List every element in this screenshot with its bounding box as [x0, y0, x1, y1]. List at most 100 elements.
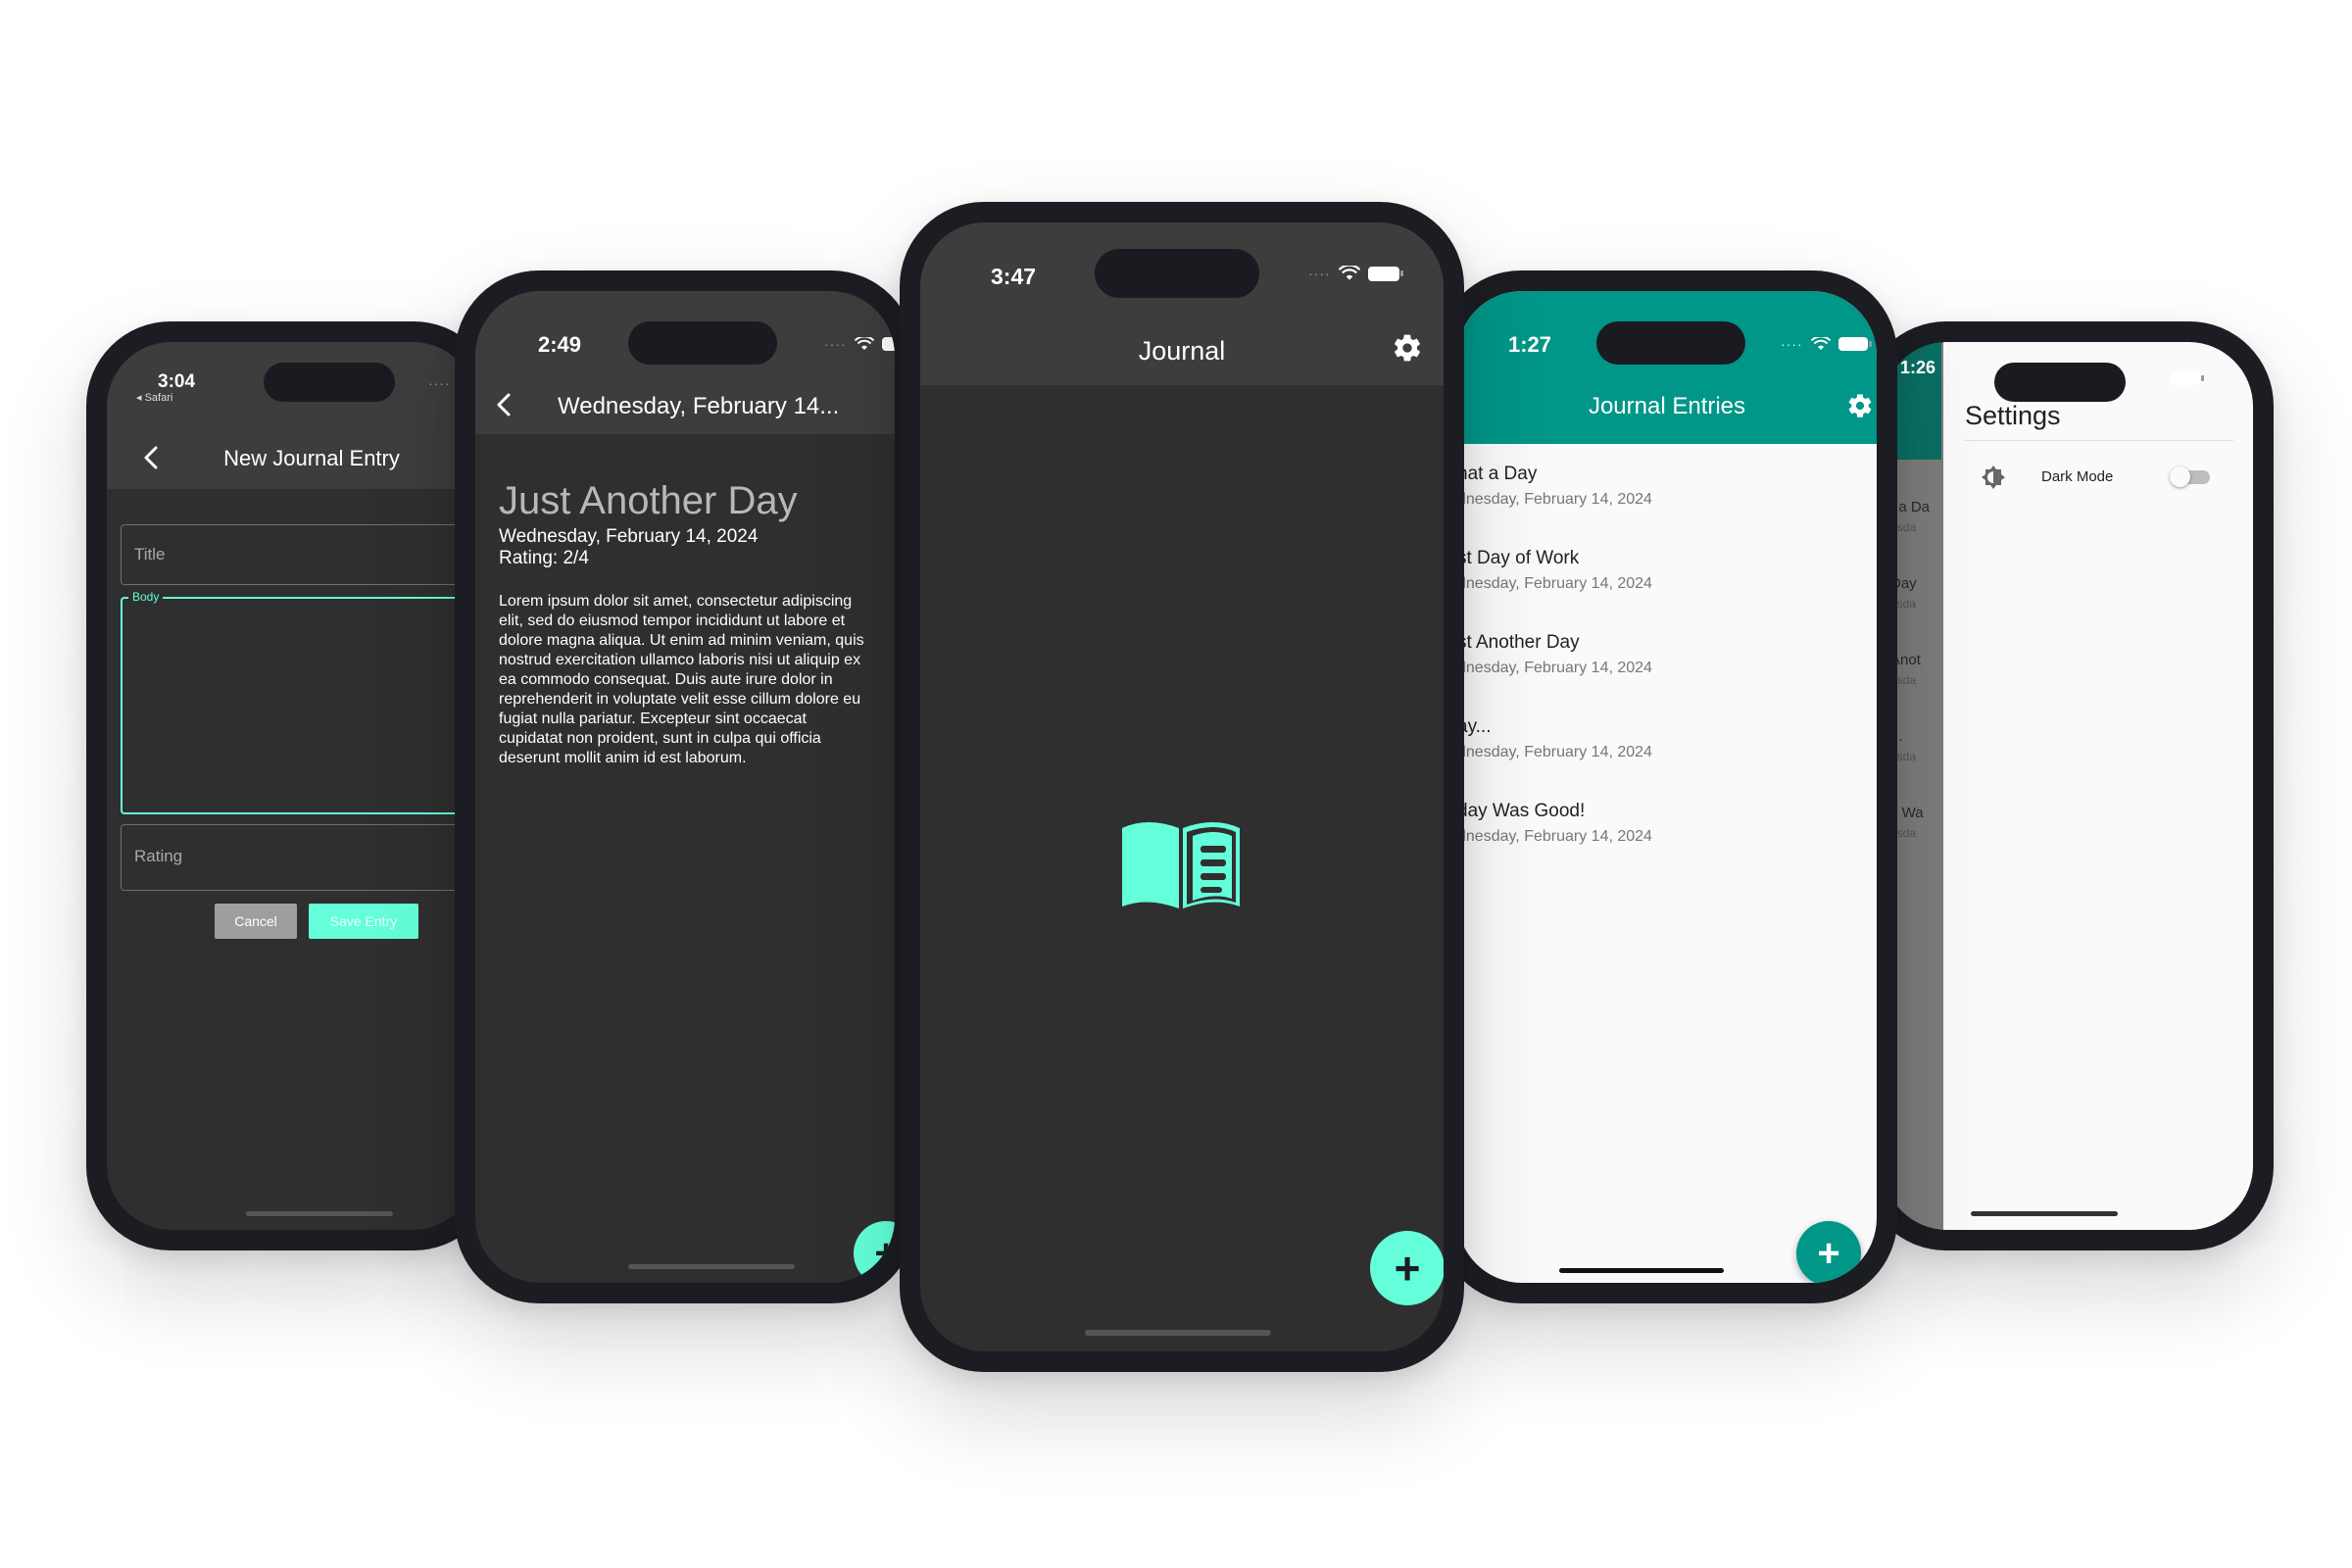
phone-entry-detail: 2:49 ···· Wednesday, February 14... Just… — [455, 270, 915, 1303]
entry-body: Lorem ipsum dolor sit amet, consectetur … — [499, 592, 895, 768]
list-item[interactable]: ay... dnesday, February 14, 2024 — [1457, 716, 1877, 801]
entry-list: hat a Day dnesday, February 14, 2024 st … — [1457, 464, 1877, 885]
entry-date: dnesday, February 14, 2024 — [1457, 575, 1652, 592]
list-item[interactable]: day Was Good! dnesday, February 14, 2024 — [1457, 801, 1877, 885]
list-item[interactable]: hat a Day dnesday, February 14, 2024 — [1457, 464, 1877, 548]
cancel-button[interactable]: Cancel — [215, 904, 297, 939]
status-icons: ···· — [1781, 336, 1872, 352]
gear-icon[interactable] — [1846, 392, 1874, 419]
add-entry-button[interactable]: + — [854, 1221, 895, 1283]
home-indicator — [246, 1211, 393, 1216]
status-icons: ···· — [824, 336, 895, 352]
body-line: cupidatat non proident, sunt in culpa qu… — [499, 730, 821, 747]
background-entry-date: esda — [1890, 520, 1917, 534]
status-time: 3:04 — [158, 371, 196, 392]
status-icons — [2171, 371, 2204, 385]
signal-icon: ···· — [1781, 336, 1803, 352]
entry-title: Just Another Day — [499, 479, 798, 522]
page-title: Journal Entries — [1588, 393, 1746, 419]
body-line: deserunt mollit anim id est laborum. — [499, 750, 747, 766]
signal-icon: ···· — [1308, 266, 1331, 281]
background-entry-date: esda — [1890, 826, 1917, 840]
brightness-icon — [1982, 466, 2005, 489]
entry-date: dnesday, February 14, 2024 — [1457, 744, 1652, 760]
phone-journal-entries-screen: 1:27 ···· Journal Entries hat a Day dnes… — [1457, 291, 1877, 1283]
page-title: Journal — [1138, 336, 1226, 366]
gear-icon[interactable] — [1392, 332, 1423, 364]
wifi-icon — [1810, 337, 1831, 350]
home-indicator — [1971, 1211, 2118, 1216]
background-entry-date: esda — [1890, 673, 1917, 687]
title-input[interactable]: Title — [121, 524, 477, 585]
entry-date: dnesday, February 14, 2024 — [1457, 828, 1652, 845]
dark-mode-label: Dark Mode — [2041, 468, 2114, 485]
back-to-app-link[interactable]: ◂ Safari — [136, 391, 172, 404]
dynamic-island — [1596, 321, 1745, 365]
toggle-thumb — [2170, 466, 2190, 487]
page-title: New Journal Entry — [223, 446, 400, 470]
background-entry-title: t a Da — [1890, 499, 1931, 515]
dynamic-island — [1095, 249, 1259, 298]
settings-drawer: Settings Dark Mode — [1943, 342, 2253, 1230]
background-entry-date: esda — [1890, 750, 1917, 763]
dynamic-island — [1994, 363, 2126, 402]
add-entry-button[interactable]: + — [1370, 1231, 1444, 1305]
background-entry-title: Day — [1890, 575, 1917, 592]
list-item[interactable]: st Day of Work dnesday, February 14, 202… — [1457, 548, 1877, 632]
entry-title: st Another Day — [1457, 632, 1580, 653]
title-placeholder: Title — [134, 545, 166, 564]
divider — [1965, 440, 2233, 441]
signal-icon: ···· — [824, 336, 847, 352]
rating-placeholder: Rating — [134, 847, 183, 865]
battery-icon — [1367, 266, 1403, 281]
phone-settings: t a DaesdaDayesdaAnotesda...esday Waesda… — [1862, 321, 2274, 1250]
signal-icon: ···· — [428, 375, 451, 391]
background-entry-date: esda — [1890, 597, 1917, 611]
phone-new-entry-screen: 3:04 ◂ Safari ···· New Journal Entry Tit… — [107, 342, 477, 1230]
phone-journal-entries: 1:27 ···· Journal Entries hat a Day dnes… — [1437, 270, 1897, 1303]
phone-settings-screen: t a DaesdaDayesdaAnotesda...esday Waesda… — [1883, 342, 2253, 1230]
entry-title: hat a Day — [1457, 464, 1538, 484]
entry-date: dnesday, February 14, 2024 — [1457, 660, 1652, 676]
dynamic-island — [264, 363, 395, 402]
background-entry-title: Anot — [1890, 652, 1921, 668]
save-entry-button[interactable]: Save Entry — [309, 904, 418, 939]
phone-journal-home: 3:47 ···· Journal + — [900, 202, 1464, 1372]
status-time: 1:27 — [1508, 332, 1552, 357]
body-label: Body — [128, 590, 164, 604]
rating-input[interactable]: Rating — [121, 824, 477, 891]
app-bar — [1457, 291, 1877, 444]
entry-title: day Was Good! — [1457, 801, 1586, 821]
status-icons: ···· — [1308, 266, 1403, 281]
phone-entry-detail-screen: 2:49 ···· Wednesday, February 14... Just… — [475, 291, 895, 1283]
body-line: dolore magna aliqua. Ut enim ad minim ve… — [499, 632, 864, 649]
dynamic-island — [628, 321, 777, 365]
body-line: reprehenderit in voluptate velit esse ci… — [499, 691, 861, 708]
phone-settings-status-time: 1:26 — [1900, 358, 1936, 377]
entry-date: Wednesday, February 14, 2024 — [499, 526, 759, 547]
page-title: Wednesday, February 14... — [558, 393, 840, 419]
status-time: 2:49 — [538, 332, 582, 357]
status-time: 3:47 — [991, 264, 1037, 289]
list-item[interactable]: st Another Day dnesday, February 14, 202… — [1457, 632, 1877, 716]
add-entry-button[interactable]: + — [1796, 1221, 1861, 1283]
entry-title: st Day of Work — [1457, 548, 1580, 568]
dark-mode-toggle[interactable] — [2170, 466, 2210, 487]
entry-rating: Rating: 2/4 — [499, 548, 589, 568]
wifi-icon — [1338, 266, 1360, 280]
background-entry-list: t a DaesdaDayesdaAnotesda...esday Waesda — [1890, 499, 1943, 881]
battery-icon — [1838, 337, 1872, 351]
settings-title: Settings — [1965, 401, 2061, 430]
body-textarea[interactable]: Body — [121, 590, 477, 814]
phone-journal-home-screen: 3:47 ···· Journal + — [920, 222, 1444, 1351]
home-indicator — [1085, 1330, 1271, 1336]
body-line: Lorem ipsum dolor sit amet, consectetur … — [499, 593, 853, 610]
phone-new-entry: 3:04 ◂ Safari ···· New Journal Entry Tit… — [86, 321, 498, 1250]
open-book-icon — [1122, 822, 1240, 908]
body-line: fugiat nulla pariatur. Excepteur sint oc… — [499, 710, 807, 727]
battery-icon — [881, 337, 895, 351]
home-indicator — [628, 1264, 795, 1269]
wifi-icon — [854, 337, 874, 350]
body-line: nostrud exercitation ullamco laboris nis… — [499, 652, 861, 668]
chevron-left-icon[interactable] — [495, 392, 513, 417]
